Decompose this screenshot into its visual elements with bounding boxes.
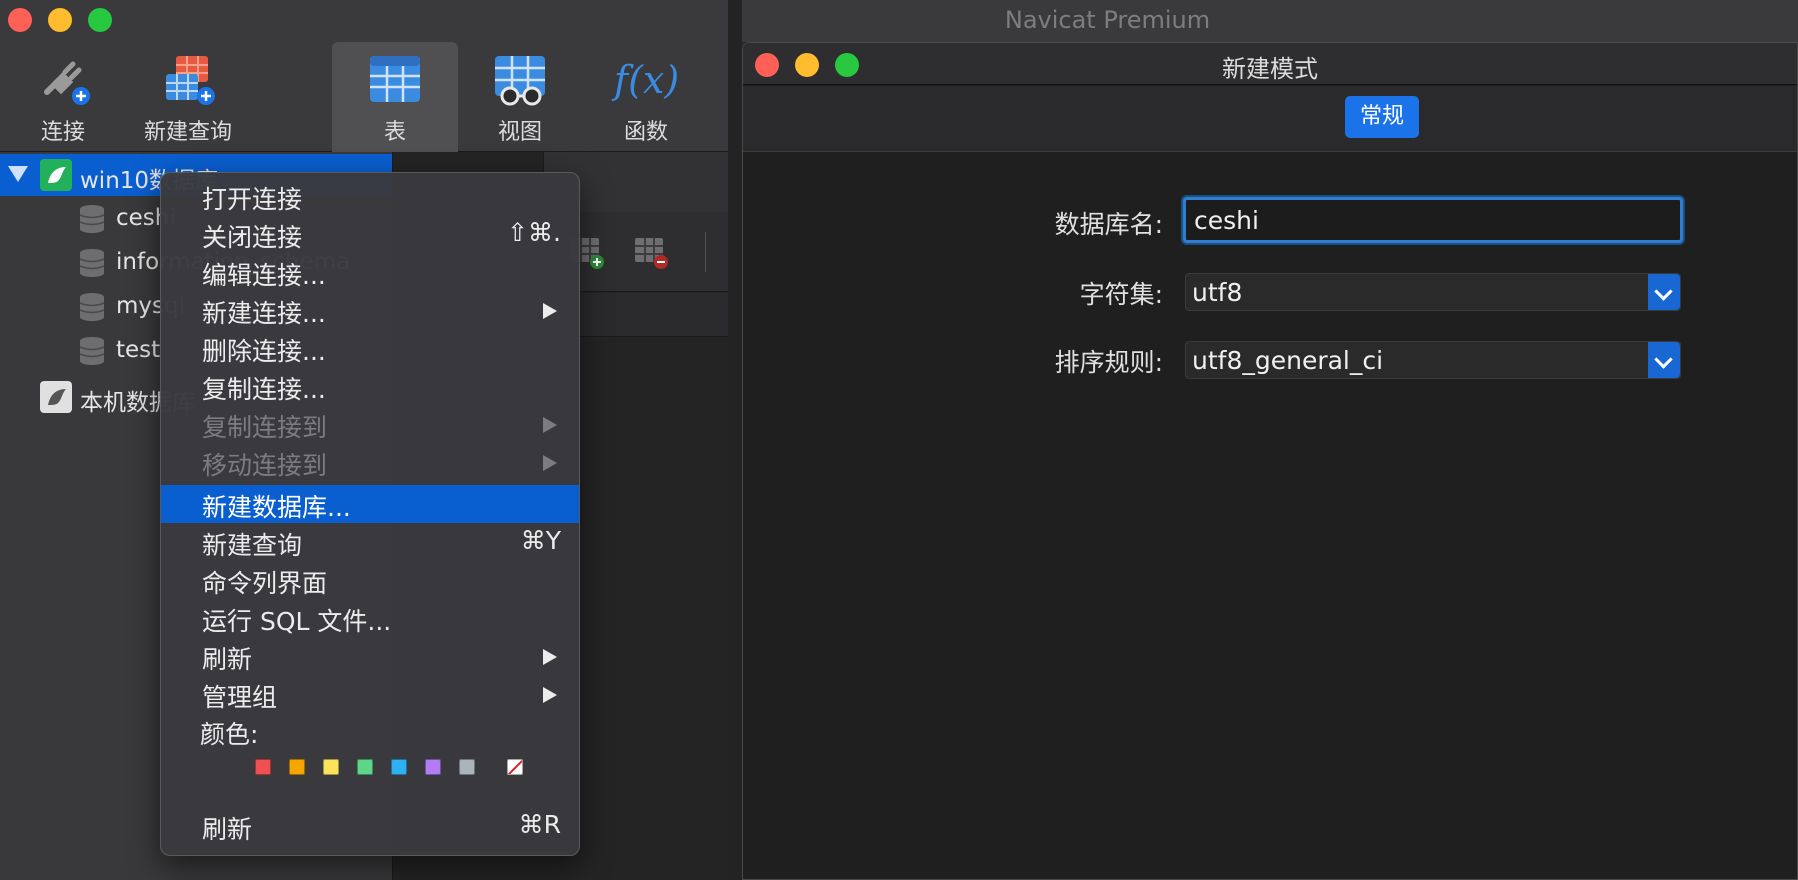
new-schema-dialog: 新建模式 常规 数据库名: 字符集: utf8 排序规则: utf8_gener… xyxy=(742,42,1798,880)
menu-new-database[interactable]: 新建数据库... xyxy=(161,485,579,523)
table-icon xyxy=(370,56,420,102)
color-swatch-gray[interactable] xyxy=(459,759,475,775)
submenu-arrow-icon xyxy=(543,303,557,319)
collation-select[interactable]: utf8_general_ci xyxy=(1185,341,1681,379)
dialog-title: 新建模式 xyxy=(1222,55,1318,83)
toolbar-function-button[interactable]: f(x) 函数 xyxy=(586,42,706,152)
database-icon xyxy=(79,205,105,233)
menu-item-label: 刷新 xyxy=(202,645,253,674)
zoom-window-button[interactable] xyxy=(88,8,112,32)
toolbar-new-query-label: 新建查询 xyxy=(143,120,232,145)
toolbar-view-button[interactable]: 视图 xyxy=(460,42,580,152)
menu-item-label: 命令列界面 xyxy=(202,569,328,598)
menu-close-connection[interactable]: 关闭连接 ⇧⌘. xyxy=(161,215,579,253)
menu-shortcut: ⇧⌘. xyxy=(507,218,561,247)
connection-plug-icon xyxy=(44,61,90,105)
toolbar-new-query-button[interactable]: 新建查询 xyxy=(128,42,248,152)
submenu-arrow-icon xyxy=(543,417,557,433)
app-title: Navicat Premium xyxy=(1004,6,1211,34)
menu-manage-group[interactable]: 管理组 xyxy=(161,675,579,713)
menu-item-label: 复制连接... xyxy=(202,375,326,404)
close-window-button[interactable] xyxy=(8,8,32,32)
menu-item-label: 编辑连接... xyxy=(202,261,326,290)
mysql-dolphin-icon xyxy=(40,159,72,191)
menu-item-label: 新建连接... xyxy=(202,299,326,328)
view-icon xyxy=(495,56,545,106)
tree-database-label: test xyxy=(116,337,161,363)
menu-item-label: 关闭连接 xyxy=(202,223,303,252)
menu-new-connection[interactable]: 新建连接... xyxy=(161,291,579,329)
color-swatch-green[interactable] xyxy=(357,759,373,775)
menu-item-label: 新建查询 xyxy=(202,531,303,560)
menu-item-label: 复制连接到 xyxy=(202,413,328,442)
charset-select[interactable]: utf8 xyxy=(1185,273,1681,311)
minimize-window-button[interactable] xyxy=(48,8,72,32)
menu-item-label: 删除连接... xyxy=(202,337,326,366)
mysql-dolphin-icon xyxy=(40,381,72,413)
function-glyph: f(x) xyxy=(614,58,680,102)
chevron-down-icon[interactable] xyxy=(1648,342,1680,378)
menu-item-label: 打开连接 xyxy=(202,185,303,214)
charset-label: 字符集: xyxy=(1079,280,1163,309)
menu-item-label: 运行 SQL 文件... xyxy=(202,607,392,636)
chevron-down-icon[interactable] xyxy=(1648,274,1680,310)
color-swatch-purple[interactable] xyxy=(425,759,441,775)
connection-context-menu: 打开连接 关闭连接 ⇧⌘. 编辑连接... 新建连接... 删除连接... 复制连… xyxy=(160,172,580,856)
menu-delete-connection[interactable]: 删除连接... xyxy=(161,329,579,367)
database-icon xyxy=(79,337,105,365)
color-swatch-yellow[interactable] xyxy=(323,759,339,775)
toolbar-table-button[interactable]: 表 xyxy=(332,42,458,152)
submenu-arrow-icon xyxy=(543,649,557,665)
menu-shortcut: ⌘R xyxy=(518,810,561,839)
menu-item-label: 刷新 xyxy=(202,815,253,844)
color-swatch-none[interactable] xyxy=(507,759,523,775)
menu-run-sql-file[interactable]: 运行 SQL 文件... xyxy=(161,599,579,637)
menu-copy-connection-to: 复制连接到 xyxy=(161,405,579,443)
color-swatch-blue[interactable] xyxy=(391,759,407,775)
database-icon xyxy=(79,249,105,277)
navicat-main-window: Navicat Premium 连接 新建查询 表 视图 f(x) 函数 win… xyxy=(0,0,1798,880)
delete-table-icon[interactable] xyxy=(633,234,669,270)
menu-item-label: 管理组 xyxy=(202,683,278,712)
menu-item-label: 新建数据库... xyxy=(202,493,351,522)
dialog-titlebar: 新建模式 xyxy=(743,43,1797,85)
toolbar-connection-button[interactable]: 连接 xyxy=(3,42,123,152)
menu-open-connection[interactable]: 打开连接 xyxy=(161,177,579,215)
database-icon xyxy=(79,293,105,321)
main-toolbar: 连接 新建查询 表 视图 f(x) 函数 xyxy=(0,42,730,152)
toolbar-function-label: 函数 xyxy=(623,120,668,145)
menu-duplicate-connection[interactable]: 复制连接... xyxy=(161,367,579,405)
submenu-arrow-icon xyxy=(543,687,557,703)
dialog-tabbar: 常规 xyxy=(743,86,1797,152)
menu-item-label: 移动连接到 xyxy=(202,451,328,480)
tab-general[interactable]: 常规 xyxy=(1345,96,1419,138)
menu-move-connection-to: 移动连接到 xyxy=(161,443,579,481)
collation-value: utf8_general_ci xyxy=(1192,346,1384,375)
toolbar-view-label: 视图 xyxy=(497,120,542,145)
db-name-input[interactable] xyxy=(1183,197,1683,243)
function-icon: f(x) xyxy=(614,52,680,108)
color-label: 颜色: xyxy=(200,720,259,749)
charset-value: utf8 xyxy=(1192,278,1243,307)
menu-refresh-submenu[interactable]: 刷新 xyxy=(161,637,579,675)
collation-label: 排序规则: xyxy=(1054,348,1163,377)
toolbar-separator xyxy=(705,232,706,272)
color-swatch-orange[interactable] xyxy=(289,759,305,775)
window-split xyxy=(728,0,742,880)
submenu-arrow-icon xyxy=(543,455,557,471)
toolbar-connection-label: 连接 xyxy=(40,120,85,145)
menu-new-query[interactable]: 新建查询 ⌘Y xyxy=(161,523,579,561)
menu-shortcut: ⌘Y xyxy=(520,526,561,555)
main-titlebar: Navicat Premium xyxy=(0,0,1798,42)
menu-edit-connection[interactable]: 编辑连接... xyxy=(161,253,579,291)
menu-refresh[interactable]: 刷新 ⌘R xyxy=(161,807,579,845)
toolbar-table-label: 表 xyxy=(383,120,406,145)
menu-command-line[interactable]: 命令列界面 xyxy=(161,561,579,599)
db-name-label: 数据库名: xyxy=(1054,210,1163,239)
color-swatch-red[interactable] xyxy=(255,759,271,775)
disclosure-expanded-icon[interactable] xyxy=(8,166,28,182)
new-query-icon xyxy=(166,56,215,105)
